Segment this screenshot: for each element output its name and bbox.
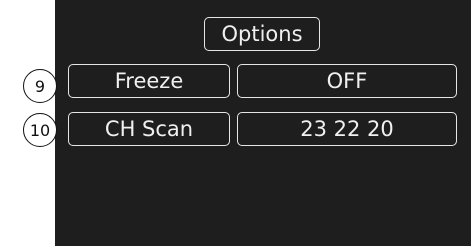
freeze-value-button[interactable]: OFF	[237, 64, 457, 98]
callout-number: 10	[29, 120, 51, 140]
ch-scan-value-button[interactable]: 23 22 20	[237, 112, 457, 146]
options-title-button[interactable]: Options	[204, 17, 320, 51]
options-title-label: Options	[221, 22, 303, 46]
freeze-label-button[interactable]: Freeze	[68, 64, 230, 98]
ch-scan-label-button[interactable]: CH Scan	[68, 112, 230, 146]
callout-number: 9	[34, 76, 46, 96]
callout-badge-10: 10	[23, 113, 57, 147]
freeze-label-text: Freeze	[114, 69, 184, 93]
ch-scan-value-text: 23 22 20	[300, 117, 394, 141]
callout-badge-9: 9	[23, 69, 57, 103]
ch-scan-label-text: CH Scan	[104, 117, 194, 141]
freeze-value-text: OFF	[326, 69, 368, 93]
